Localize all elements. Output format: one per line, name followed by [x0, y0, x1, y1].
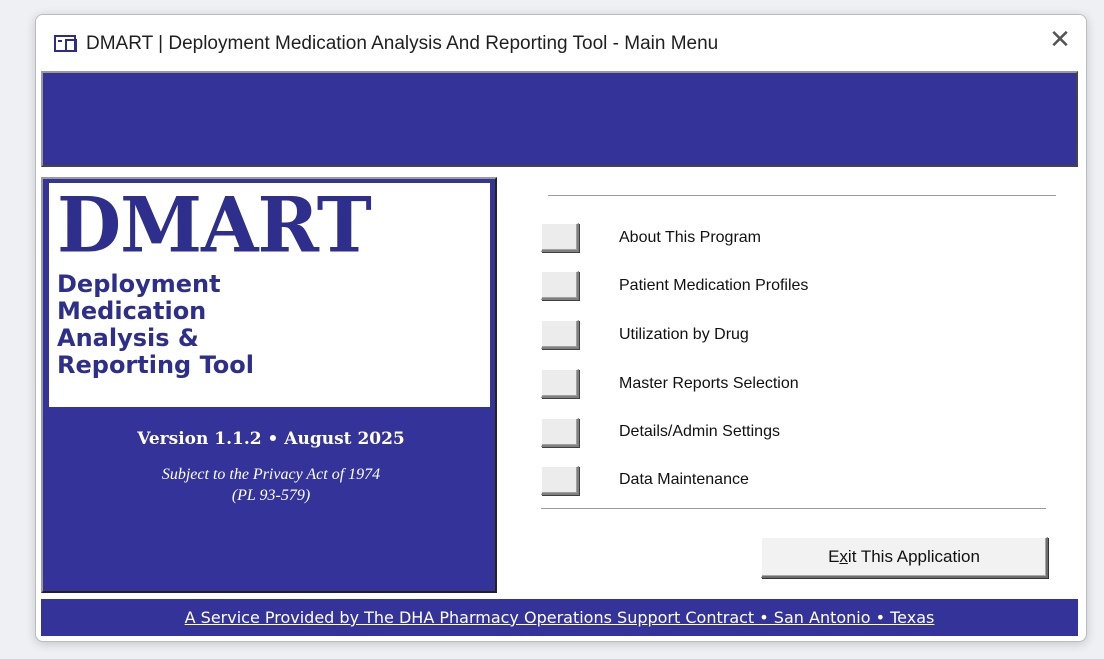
master-reports-selection-label: Master Reports Selection — [619, 375, 799, 392]
window-title: DMART | Deployment Medication Analysis A… — [86, 33, 719, 54]
details-admin-settings-button[interactable] — [541, 418, 579, 447]
exit-label-end: it This Application — [847, 547, 980, 566]
details-admin-settings-label: Details/Admin Settings — [619, 423, 780, 440]
branding-panel: DMART Deployment Medication Analysis & R… — [41, 177, 497, 593]
close-button[interactable]: ✕ — [1040, 23, 1080, 59]
main-menu-window: DMART | Deployment Medication Analysis A… — [35, 14, 1087, 642]
logo-title: DMART — [57, 182, 372, 270]
footer-service-link[interactable]: A Service Provided by The DHA Pharmacy O… — [41, 599, 1078, 636]
utilization-by-drug-button[interactable] — [541, 320, 579, 349]
exit-label-mnemonic: x — [839, 547, 848, 566]
privacy-notice: Subject to the Privacy Act of 1974 (PL 9… — [161, 466, 381, 504]
menu-divider-top — [548, 195, 1056, 197]
data-maintenance-label: Data Maintenance — [619, 471, 749, 488]
data-maintenance-button[interactable] — [541, 466, 579, 495]
logo-subtitle: Deployment Medication Analysis & Reporti… — [57, 270, 254, 379]
logo: DMART Deployment Medication Analysis & R… — [49, 182, 490, 407]
about-program-button[interactable] — [541, 223, 579, 252]
header-banner — [41, 71, 1078, 167]
exit-label-start: E — [828, 547, 840, 566]
patient-medication-profiles-label: Patient Medication Profiles — [619, 277, 809, 294]
title-bar: DMART | Deployment Medication Analysis A… — [36, 15, 1086, 71]
about-program-label: About This Program — [619, 229, 761, 246]
exit-application-button[interactable]: Exit This Application — [761, 537, 1048, 578]
menu-divider-bottom — [541, 508, 1046, 510]
patient-medication-profiles-button[interactable] — [541, 271, 579, 300]
version-text: Version 1.1.2 • August 2025 — [137, 429, 405, 449]
utilization-by-drug-label: Utilization by Drug — [619, 326, 749, 343]
form-window-icon — [54, 35, 77, 52]
master-reports-selection-button[interactable] — [541, 369, 579, 398]
